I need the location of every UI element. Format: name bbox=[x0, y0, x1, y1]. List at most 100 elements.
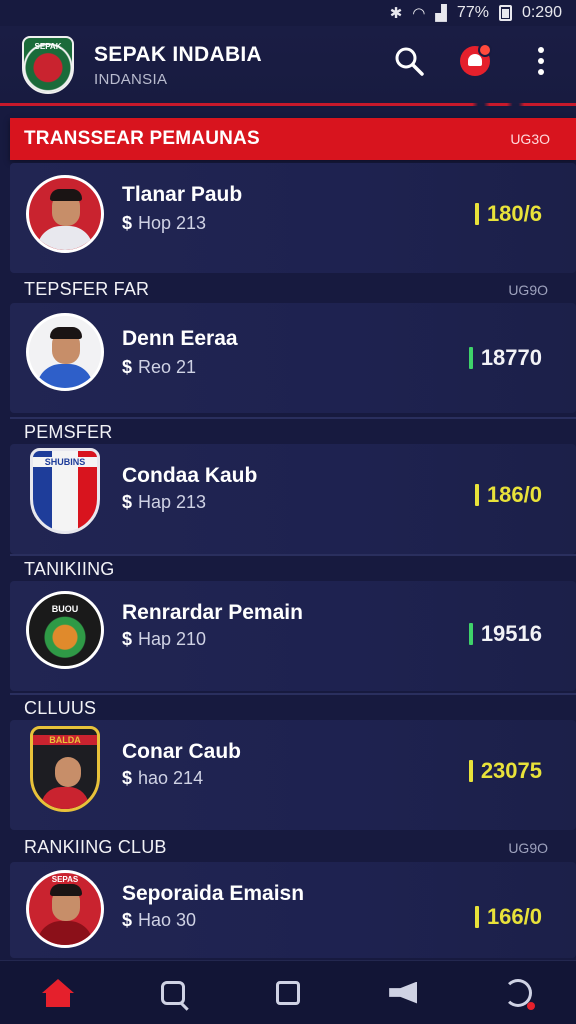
bluetooth-icon: ✱ bbox=[389, 5, 403, 22]
megaphone-icon bbox=[389, 981, 418, 1004]
dollar-icon: $ bbox=[122, 629, 133, 649]
nav-search[interactable] bbox=[149, 969, 197, 1017]
item-rating: 180/6 bbox=[474, 201, 542, 227]
nav-home[interactable] bbox=[34, 969, 82, 1017]
notification-icon bbox=[460, 43, 492, 76]
rating-value: 18770 bbox=[480, 345, 542, 370]
list-item[interactable]: Tlanar Paub $ Hop 213 180/6 bbox=[10, 163, 576, 273]
rating-value: 186/0 bbox=[486, 482, 542, 507]
item-name: Seporaida Emaisn bbox=[122, 882, 305, 905]
item-rating: 186/0 bbox=[474, 482, 542, 508]
divider bbox=[10, 417, 576, 419]
club-crest: BALDA bbox=[30, 726, 100, 812]
rating-value: 23075 bbox=[480, 758, 542, 783]
list-item[interactable]: BALDA Conar Caub $ hao 214 23075 bbox=[10, 720, 576, 830]
more-options-button[interactable] bbox=[524, 44, 558, 78]
nav-announcements[interactable] bbox=[379, 969, 427, 1017]
rating-bar-icon bbox=[468, 623, 473, 645]
item-value-text: Hap 213 bbox=[138, 492, 207, 512]
rating-bar-icon bbox=[474, 484, 479, 506]
list-item[interactable]: BUOU Renrardar Pemain $ Hap 210 19516 bbox=[10, 581, 576, 691]
search-button[interactable] bbox=[392, 44, 426, 78]
item-value-text: hao 214 bbox=[138, 768, 204, 788]
item-value-text: Hao 30 bbox=[138, 910, 197, 930]
item-value: $ hao 214 bbox=[122, 768, 203, 789]
rating-bar-icon bbox=[468, 760, 473, 782]
list-item[interactable]: SEPAS Seporaida Emaisn $ Hao 30 166/0 bbox=[10, 862, 576, 958]
nav-overview[interactable] bbox=[264, 969, 312, 1017]
search-icon bbox=[160, 980, 185, 1005]
item-value: $ Reo 21 bbox=[122, 357, 196, 378]
rating-bar-icon bbox=[468, 347, 473, 369]
item-value-text: Reo 21 bbox=[138, 357, 197, 377]
divider bbox=[10, 554, 576, 556]
banner-meta: UG3O bbox=[510, 131, 550, 147]
item-value: $ Hap 213 bbox=[122, 492, 206, 513]
wifi-icon: ◠ bbox=[412, 5, 426, 22]
section-label: TANIKIING bbox=[24, 559, 115, 579]
banner-title: TRANSSEAR PEMAUNAS bbox=[24, 128, 260, 149]
gauge-icon bbox=[504, 978, 536, 1010]
club-crest: BUOU bbox=[26, 591, 104, 669]
status-bar: ✱ ◠ ▟ 77% 0:290 bbox=[0, 0, 576, 26]
rating-value: 19516 bbox=[480, 621, 542, 646]
list-item[interactable]: SHUBINS Condaa Kaub $ Hap 213 186/0 bbox=[10, 444, 576, 554]
item-name: Denn Eeraa bbox=[122, 327, 238, 350]
signal-icon: ▟ bbox=[435, 5, 447, 22]
dollar-icon: $ bbox=[122, 213, 133, 233]
divider bbox=[10, 693, 576, 695]
avatar bbox=[26, 175, 104, 253]
crest-label: SHUBINS bbox=[33, 457, 97, 467]
dollar-icon: $ bbox=[122, 492, 133, 512]
section-label: CLLUUS bbox=[24, 698, 97, 718]
bottom-nav bbox=[0, 960, 576, 1024]
app-title: SEPAK INDABIA bbox=[94, 42, 263, 66]
item-value: $ Hop 213 bbox=[122, 213, 206, 234]
crest-label: BUOU bbox=[51, 604, 79, 614]
avatar: SEPAS bbox=[26, 870, 104, 948]
crest-label: SEPAS bbox=[51, 875, 79, 884]
item-rating: 19516 bbox=[468, 621, 542, 647]
item-name: Renrardar Pemain bbox=[122, 601, 303, 624]
section-label: PEMSFER bbox=[24, 422, 113, 442]
item-value-text: Hop 213 bbox=[138, 213, 207, 233]
item-rating: 23075 bbox=[468, 758, 542, 784]
section-meta: UG9O bbox=[508, 282, 548, 298]
square-icon bbox=[275, 980, 300, 1005]
rating-value: 166/0 bbox=[486, 904, 542, 929]
item-rating: 18770 bbox=[468, 345, 542, 371]
item-name: Conar Caub bbox=[122, 740, 242, 763]
rating-value: 180/6 bbox=[486, 201, 542, 226]
notifications-button[interactable] bbox=[458, 43, 492, 78]
item-name: Tlanar Paub bbox=[122, 183, 243, 206]
header-actions bbox=[392, 43, 558, 78]
item-name: Condaa Kaub bbox=[122, 464, 258, 487]
section-label: TEPSFER FAR bbox=[24, 279, 150, 299]
list-item[interactable]: Denn Eeraa $ Reo 21 18770 bbox=[10, 303, 576, 413]
section-label: RANKIING CLUB bbox=[24, 837, 167, 857]
rating-bar-icon bbox=[474, 203, 479, 225]
nav-stats[interactable] bbox=[494, 969, 542, 1017]
kebab-menu-icon bbox=[538, 47, 544, 75]
app-logo-text: SEPAK bbox=[34, 42, 62, 51]
item-value-text: Hap 210 bbox=[138, 629, 207, 649]
app-logo: SEPAK bbox=[22, 36, 74, 94]
item-value: $ Hao 30 bbox=[122, 910, 196, 931]
item-rating: 166/0 bbox=[474, 904, 542, 930]
battery-icon bbox=[498, 5, 512, 21]
search-icon bbox=[395, 47, 424, 76]
battery-percent: 77% bbox=[456, 4, 489, 21]
app-titles: SEPAK INDABIA INDANSIA bbox=[94, 43, 262, 88]
app-header: SEPAK SEPAK INDABIA INDANSIA bbox=[0, 26, 576, 106]
dollar-icon: $ bbox=[122, 768, 133, 788]
home-icon bbox=[41, 978, 74, 1007]
clock: 0:290 bbox=[521, 4, 562, 21]
club-crest: SHUBINS bbox=[30, 448, 100, 534]
app-subtitle: INDANSIA bbox=[94, 70, 168, 88]
crest-label: BALDA bbox=[33, 735, 97, 745]
rating-bar-icon bbox=[474, 906, 479, 928]
section-banner[interactable]: TRANSSEAR PEMAUNAS UG3O bbox=[10, 118, 576, 160]
avatar bbox=[26, 313, 104, 391]
item-value: $ Hap 210 bbox=[122, 629, 206, 650]
section-meta: UG9O bbox=[508, 840, 548, 856]
